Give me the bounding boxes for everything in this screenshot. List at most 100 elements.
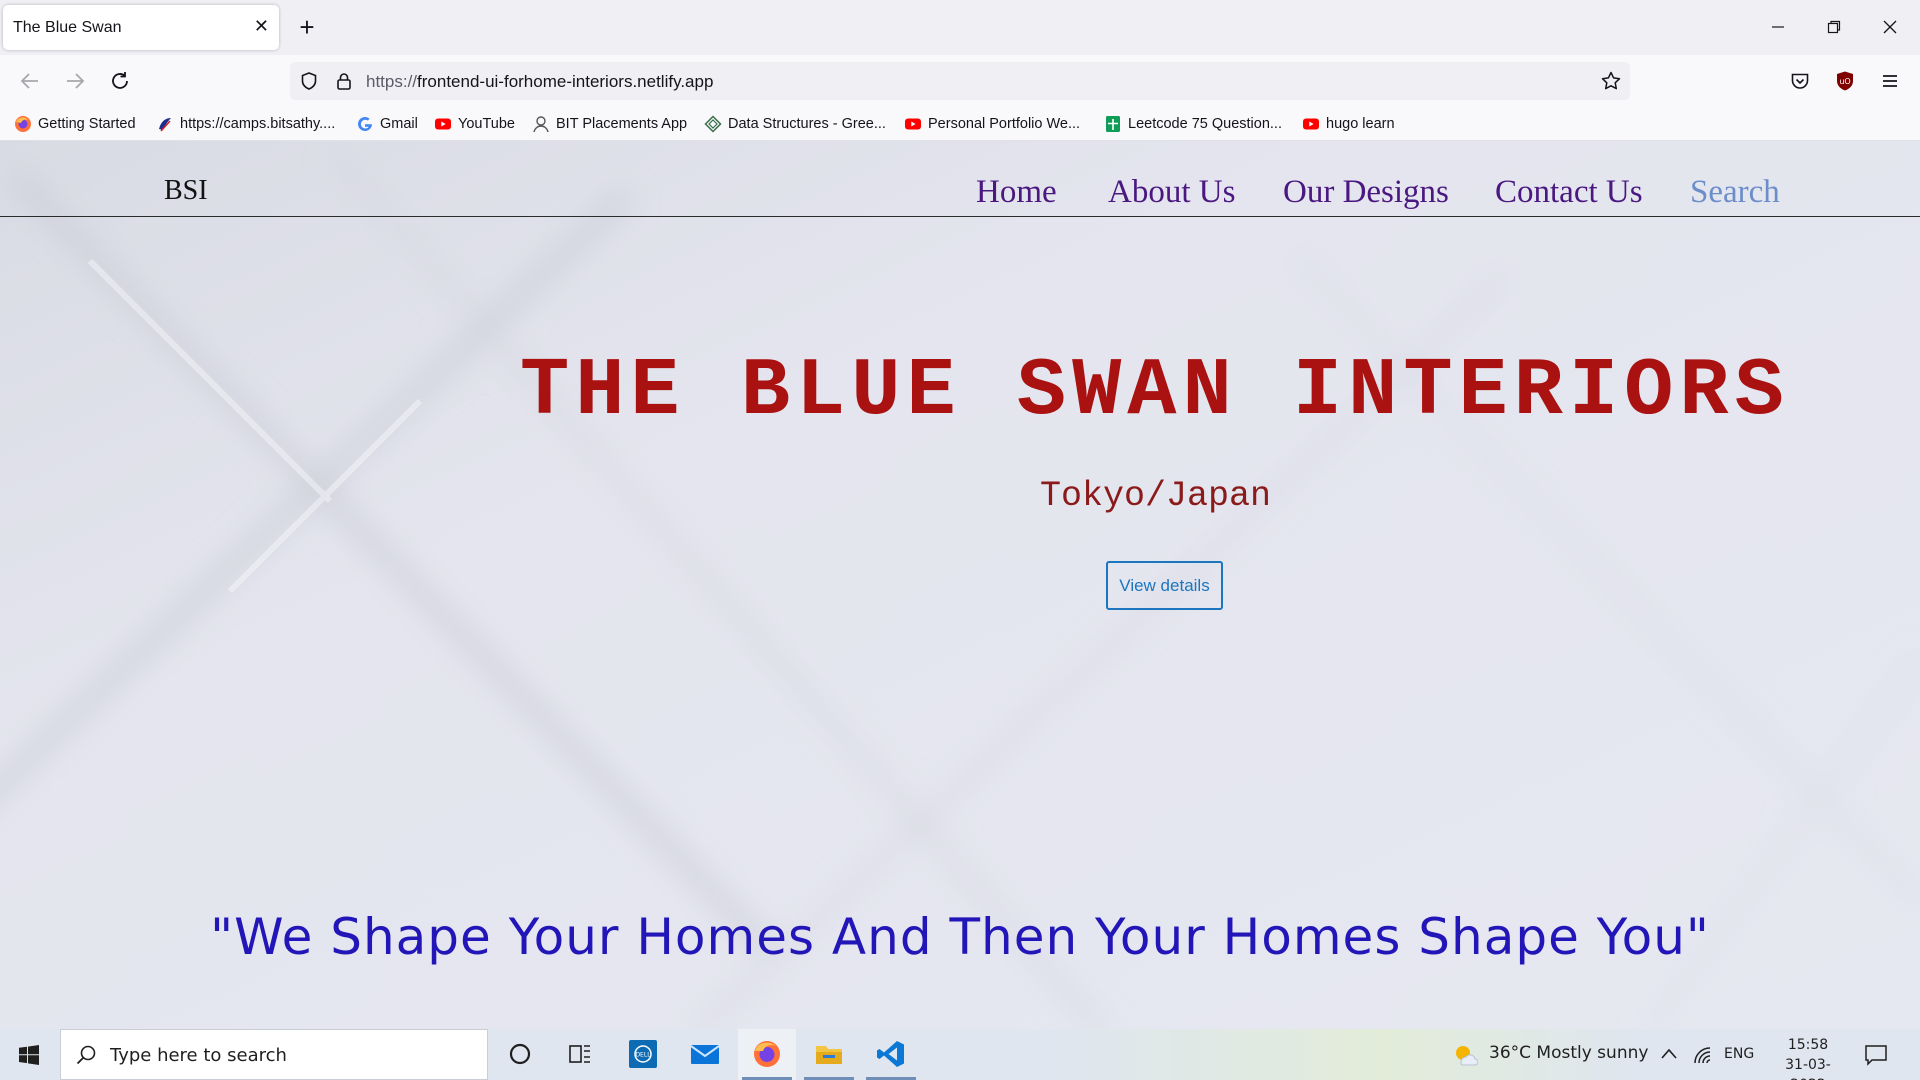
arrow-left-icon bbox=[20, 73, 38, 89]
nav-about-us[interactable]: About Us bbox=[1108, 174, 1235, 211]
arrow-right-icon bbox=[67, 73, 85, 89]
svg-text:DELL: DELL bbox=[635, 1052, 651, 1059]
star-icon[interactable] bbox=[1600, 70, 1622, 92]
browser-tab[interactable]: The Blue Swan ✕ bbox=[3, 5, 279, 50]
bookmark-label: Leetcode 75 Question... bbox=[1128, 116, 1282, 132]
url-host: frontend-ui-forhome-interiors.netlify.ap… bbox=[417, 72, 714, 91]
clock-date: 31-03-2022 bbox=[1785, 1057, 1831, 1080]
folder-icon bbox=[816, 1046, 842, 1064]
clock[interactable]: 15:58 31-03-2022 bbox=[1770, 1035, 1846, 1080]
taskbar-dell-app[interactable]: DELL bbox=[614, 1029, 672, 1080]
cortana-circle-icon bbox=[509, 1043, 531, 1065]
minimize-button[interactable] bbox=[1760, 12, 1796, 42]
wifi-icon[interactable] bbox=[1692, 1045, 1714, 1065]
bookmark-item[interactable]: Personal Portfolio We... bbox=[904, 114, 1080, 134]
firefox-icon bbox=[15, 116, 31, 132]
web-page: BSI Home About Us Our Designs Contact Us… bbox=[0, 141, 1920, 1029]
cortana-button[interactable] bbox=[491, 1029, 549, 1080]
close-icon bbox=[1883, 20, 1897, 34]
firefox-icon bbox=[754, 1041, 780, 1067]
start-button[interactable] bbox=[0, 1029, 58, 1080]
url-protocol: https:// bbox=[366, 72, 418, 91]
bookmark-label: https://camps.bitsathy.... bbox=[180, 116, 336, 132]
mail-icon bbox=[690, 1045, 720, 1064]
browser-toolbar: https://frontend-ui-forhome-interiors.ne… bbox=[0, 55, 1920, 107]
language-indicator[interactable]: ENG bbox=[1724, 1046, 1754, 1062]
shield-icon[interactable] bbox=[299, 71, 319, 91]
tab-close-icon[interactable]: ✕ bbox=[254, 16, 269, 36]
browser-tab-strip: The Blue Swan ✕ + bbox=[0, 0, 1920, 55]
page-background-pattern bbox=[0, 141, 1920, 1029]
lock-icon[interactable] bbox=[334, 71, 354, 91]
gfg-icon bbox=[704, 115, 722, 133]
menu-button[interactable] bbox=[1874, 65, 1906, 97]
hero-title: THE BLUE SWAN INTERIORS bbox=[520, 345, 1790, 438]
nav-home[interactable]: Home bbox=[976, 174, 1057, 211]
close-window-button[interactable] bbox=[1872, 12, 1908, 42]
taskbar-file-explorer[interactable] bbox=[800, 1029, 858, 1080]
bookmark-item[interactable]: hugo learn bbox=[1302, 114, 1395, 134]
weather-text[interactable]: 36°C Mostly sunny bbox=[1489, 1043, 1648, 1063]
bookmark-item[interactable]: Getting Started bbox=[14, 114, 136, 134]
pocket-button[interactable] bbox=[1784, 65, 1816, 97]
nav-our-designs[interactable]: Our Designs bbox=[1283, 174, 1449, 211]
youtube-icon bbox=[905, 118, 921, 130]
reload-button[interactable] bbox=[104, 65, 136, 97]
task-view-button[interactable] bbox=[551, 1029, 609, 1080]
youtube-icon bbox=[435, 118, 451, 130]
chevron-up-icon[interactable] bbox=[1660, 1046, 1678, 1062]
bookmark-item[interactable]: BIT Placements App bbox=[532, 114, 687, 134]
dell-icon: DELL bbox=[629, 1040, 657, 1068]
windows-logo-icon bbox=[19, 1045, 39, 1065]
bookmark-label: Personal Portfolio We... bbox=[928, 116, 1081, 132]
tagline-quote: "We Shape Your Homes And Then Your Homes… bbox=[210, 908, 1710, 966]
sheets-icon bbox=[1106, 116, 1120, 132]
tab-title: The Blue Swan bbox=[13, 19, 122, 36]
nav-contact-us[interactable]: Contact Us bbox=[1495, 174, 1643, 211]
back-button[interactable] bbox=[14, 65, 46, 97]
bookmark-label: BIT Placements App bbox=[556, 116, 688, 132]
taskbar-vscode-app[interactable] bbox=[862, 1029, 920, 1080]
google-icon bbox=[358, 116, 372, 131]
taskbar-firefox-app[interactable] bbox=[738, 1029, 796, 1080]
ublock-icon: uO bbox=[1837, 71, 1853, 91]
taskbar-mail-app[interactable] bbox=[676, 1029, 734, 1080]
taskbar-search-box[interactable]: Type here to search bbox=[60, 1029, 488, 1080]
bitsathy-icon bbox=[159, 118, 171, 132]
bookmark-label: Getting Started bbox=[38, 116, 136, 132]
bookmark-item[interactable]: YouTube bbox=[434, 114, 515, 134]
placements-icon bbox=[533, 116, 549, 133]
address-bar[interactable]: https://frontend-ui-forhome-interiors.ne… bbox=[290, 62, 1630, 100]
pocket-icon bbox=[1791, 73, 1809, 89]
task-view-icon bbox=[569, 1045, 590, 1063]
minimize-icon bbox=[1772, 26, 1784, 28]
hero-subtitle: Tokyo/Japan bbox=[1040, 476, 1272, 516]
bookmark-item[interactable]: https://camps.bitsathy.... bbox=[156, 114, 335, 134]
bookmarks-toolbar: Getting Started https://camps.bitsathy..… bbox=[0, 107, 1920, 141]
bookmark-label: Gmail bbox=[380, 116, 418, 132]
weather-sun-icon[interactable] bbox=[1452, 1042, 1478, 1068]
view-details-button[interactable]: View details bbox=[1106, 561, 1223, 610]
search-placeholder: Type here to search bbox=[110, 1045, 287, 1066]
bookmark-label: hugo learn bbox=[1326, 116, 1395, 132]
bookmark-item[interactable]: Data Structures - Gree... bbox=[704, 114, 886, 134]
forward-button[interactable] bbox=[59, 65, 91, 97]
nav-search[interactable]: Search bbox=[1690, 174, 1780, 211]
bookmark-item[interactable]: Gmail bbox=[356, 114, 418, 134]
ublock-extension-button[interactable]: uO bbox=[1829, 65, 1861, 97]
bookmark-label: YouTube bbox=[458, 116, 515, 132]
clock-time: 15:58 bbox=[1787, 1037, 1829, 1053]
bookmark-item[interactable]: Leetcode 75 Question... bbox=[1104, 114, 1282, 134]
new-tab-button[interactable]: + bbox=[294, 11, 320, 43]
search-icon bbox=[76, 1045, 96, 1065]
hamburger-menu-icon bbox=[1883, 75, 1897, 87]
site-logo[interactable]: BSI bbox=[164, 175, 208, 207]
youtube-icon bbox=[1303, 118, 1319, 130]
notification-center-icon[interactable] bbox=[1864, 1043, 1888, 1067]
url-text[interactable]: https://frontend-ui-forhome-interiors.ne… bbox=[366, 72, 713, 92]
reload-icon bbox=[112, 72, 128, 89]
restore-button[interactable] bbox=[1816, 12, 1852, 42]
windows-taskbar: Type here to search DELL 36°C Mostly sun… bbox=[0, 1029, 1920, 1080]
vscode-icon bbox=[877, 1041, 904, 1067]
site-header: BSI Home About Us Our Designs Contact Us… bbox=[0, 141, 1920, 217]
